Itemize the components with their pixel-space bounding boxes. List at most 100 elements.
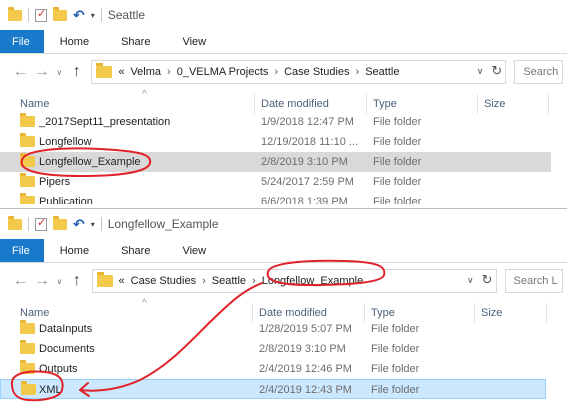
- forward-arrow-icon[interactable]: →: [31, 272, 52, 290]
- item-type: File folder: [373, 136, 422, 148]
- column-size[interactable]: Size: [484, 98, 505, 110]
- chevron-down-icon[interactable]: ▾: [91, 220, 95, 229]
- breadcrumb-seattle[interactable]: Seattle: [212, 275, 246, 287]
- undo-icon[interactable]: ↶: [73, 8, 85, 22]
- explorer-window-longfellow-example: ↶ ▾ Longfellow_Example File Home Share V…: [0, 208, 567, 407]
- column-divider[interactable]: [548, 94, 549, 114]
- item-name: XML: [39, 384, 62, 396]
- chevron-right-icon[interactable]: ›: [356, 66, 360, 78]
- column-size[interactable]: Size: [481, 307, 502, 319]
- address-bar[interactable]: « Velma › 0_VELMA Projects › Case Studie…: [91, 60, 507, 84]
- column-divider[interactable]: [366, 94, 367, 114]
- breadcrumb-case-studies[interactable]: Case Studies: [131, 275, 196, 287]
- search-input[interactable]: Search L: [504, 269, 564, 293]
- item-name: Documents: [39, 343, 95, 355]
- breadcrumb-longfellow-example[interactable]: Longfellow_Example: [262, 275, 364, 287]
- list-item[interactable]: _2017Sept11_presentation 1/9/2018 12:47 …: [0, 112, 567, 132]
- sort-caret-icon: ^: [142, 89, 147, 100]
- tab-view[interactable]: View: [166, 239, 222, 262]
- chevron-right-icon[interactable]: ›: [252, 275, 256, 287]
- column-name[interactable]: Name: [20, 307, 49, 319]
- properties-icon[interactable]: [35, 216, 47, 231]
- folder-icon: [20, 113, 35, 127]
- item-type: File folder: [371, 323, 420, 335]
- navigation-bar: ← → ∨ ↑ « Case Studies › Seattle › Longf…: [0, 263, 567, 299]
- item-date: 2/8/2019 3:10 PM: [259, 343, 346, 355]
- folder-icon: [96, 272, 113, 287]
- chevron-right-icon[interactable]: ›: [274, 66, 278, 78]
- new-folder-icon[interactable]: [53, 215, 67, 230]
- folder-icon: [20, 193, 35, 204]
- breadcrumb-seattle[interactable]: Seattle: [365, 66, 399, 78]
- list-item[interactable]: DataInputs 1/28/2019 5:07 PM File folder: [0, 319, 567, 339]
- tab-share[interactable]: Share: [105, 239, 166, 262]
- list-item[interactable]: Longfellow 12/19/2018 11:10 ... File fol…: [0, 132, 567, 152]
- undo-icon[interactable]: ↶: [73, 217, 85, 231]
- item-name: DataInputs: [39, 323, 93, 335]
- item-date: 12/19/2018 11:10 ...: [261, 136, 359, 148]
- new-folder-icon[interactable]: [53, 6, 67, 21]
- folder-icon: [20, 153, 35, 167]
- item-type: File folder: [373, 196, 422, 204]
- item-name: Outputs: [39, 363, 78, 375]
- title-bar: ↶ ▾ Seattle: [0, 0, 567, 30]
- breadcrumb-overflow[interactable]: «: [118, 66, 124, 78]
- back-arrow-icon[interactable]: ←: [10, 63, 31, 81]
- folder-icon: [20, 320, 35, 334]
- refresh-icon[interactable]: ↻: [482, 272, 493, 288]
- sort-caret-icon: ^: [142, 298, 147, 309]
- title-bar: ↶ ▾ Longfellow_Example: [0, 209, 567, 239]
- chevron-right-icon[interactable]: ›: [167, 66, 171, 78]
- column-date-modified[interactable]: Date modified: [259, 307, 327, 319]
- tab-file[interactable]: File: [0, 30, 44, 53]
- item-name: Publication: [39, 196, 93, 204]
- divider: [28, 217, 29, 231]
- column-date-modified[interactable]: Date modified: [261, 98, 329, 110]
- column-type[interactable]: Type: [371, 307, 395, 319]
- refresh-icon[interactable]: ↻: [491, 63, 502, 79]
- folder-icon: [20, 173, 35, 187]
- column-divider[interactable]: [254, 94, 255, 114]
- list-item-selected[interactable]: XML 2/4/2019 12:43 PM File folder: [0, 379, 546, 399]
- breadcrumb-velma[interactable]: Velma: [130, 66, 161, 78]
- tab-file[interactable]: File: [0, 239, 44, 262]
- tab-share[interactable]: Share: [105, 30, 166, 53]
- list-item[interactable]: Outputs 2/4/2019 12:46 PM File folder: [0, 359, 567, 379]
- list-item[interactable]: Publication 6/6/2018 1:39 PM File folder: [0, 192, 567, 204]
- item-date: 2/8/2019 3:10 PM: [261, 156, 348, 168]
- window-title: Seattle: [107, 8, 146, 22]
- column-name[interactable]: Name: [20, 98, 49, 110]
- ribbon-tabs: File Home Share View: [0, 239, 567, 263]
- list-item[interactable]: Pipers 5/24/2017 2:59 PM File folder: [0, 172, 567, 192]
- recent-locations-chevron-icon[interactable]: ∨: [53, 68, 67, 77]
- column-type[interactable]: Type: [373, 98, 397, 110]
- forward-arrow-icon[interactable]: →: [31, 63, 52, 81]
- folder-icon: [20, 360, 35, 374]
- up-arrow-icon[interactable]: ↑: [66, 63, 87, 81]
- list-item-selected[interactable]: Longfellow_Example 2/8/2019 3:10 PM File…: [0, 152, 551, 172]
- recent-locations-chevron-icon[interactable]: ∨: [53, 277, 67, 286]
- address-dropdown-icon[interactable]: ∨: [467, 275, 474, 286]
- chevron-down-icon[interactable]: ▾: [91, 11, 95, 20]
- breadcrumb-case-studies[interactable]: Case Studies: [284, 66, 349, 78]
- search-input[interactable]: Search S: [514, 60, 563, 84]
- tab-view[interactable]: View: [166, 30, 222, 53]
- breadcrumb-overflow[interactable]: «: [119, 275, 125, 287]
- address-dropdown-icon[interactable]: ∨: [477, 66, 484, 77]
- file-list: _2017Sept11_presentation 1/9/2018 12:47 …: [0, 112, 567, 204]
- item-date: 1/9/2018 12:47 PM: [261, 116, 354, 128]
- up-arrow-icon[interactable]: ↑: [66, 272, 87, 290]
- address-bar[interactable]: « Case Studies › Seattle › Longfellow_Ex…: [91, 269, 497, 293]
- back-arrow-icon[interactable]: ←: [10, 272, 31, 290]
- list-item[interactable]: Documents 2/8/2019 3:10 PM File folder: [0, 339, 567, 359]
- tab-home[interactable]: Home: [44, 239, 105, 262]
- breadcrumb-velma-projects[interactable]: 0_VELMA Projects: [177, 66, 269, 78]
- column-divider[interactable]: [477, 94, 478, 114]
- item-type: File folder: [371, 384, 420, 396]
- item-date: 1/28/2019 5:07 PM: [259, 323, 352, 335]
- item-date: 5/24/2017 2:59 PM: [261, 176, 354, 188]
- properties-icon[interactable]: [35, 7, 47, 22]
- chevron-right-icon[interactable]: ›: [202, 275, 206, 287]
- folder-icon: [8, 215, 22, 230]
- tab-home[interactable]: Home: [44, 30, 105, 53]
